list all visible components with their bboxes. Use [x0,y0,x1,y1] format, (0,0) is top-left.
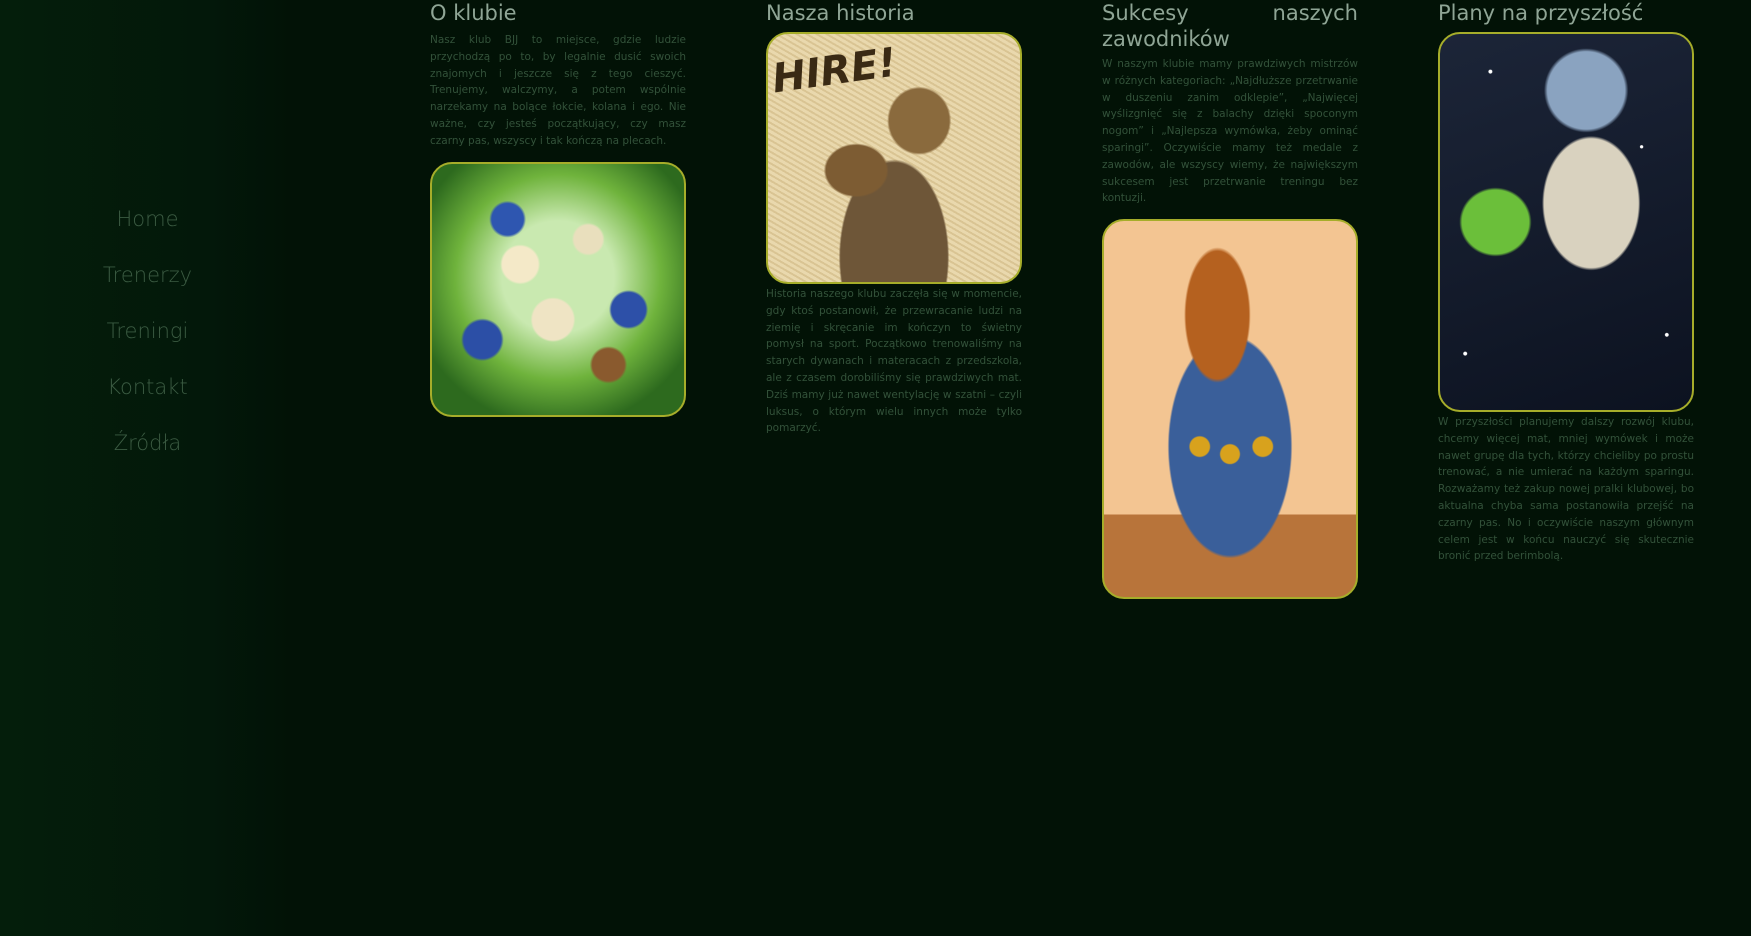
sepia-monkeys-fight-image: HIRE! [766,32,1022,284]
section-title: Plany na przyszłość [1438,1,1644,25]
main-nav: Home Trenerzy Treningi Kontakt Źródła [0,200,295,480]
section-o-klubie: O klubie Nasz klub BJJ to miejsce, gdzie… [430,0,686,417]
astronaut-mandrill-image [1438,32,1694,412]
nav-item-zrodla[interactable]: Źródła [0,424,295,480]
nav-item-trenerzy[interactable]: Trenerzy [0,256,295,312]
section-plany: Plany na przyszłość W przyszłości planuj… [1438,0,1694,565]
monkeys-jiu-jitsu-image [430,161,686,417]
section-text: W naszym klubie mamy prawdziwych mistrzó… [1102,58,1358,205]
sidebar: Home Trenerzy Treningi Kontakt Źródła [0,0,295,936]
section-text: Nasz klub BJJ to miejsce, gdzie ludzie p… [430,34,686,147]
orangutan-medals-cake-image [1102,219,1358,600]
nav-item-treningi[interactable]: Treningi [0,312,295,368]
section-title: O klubie [430,1,517,25]
section-title: Nasza historia [766,1,915,25]
nav-item-home[interactable]: Home [0,200,295,256]
section-text: Historia naszego klubu zaczęła się w mom… [766,288,1022,435]
section-nasza-historia: Nasza historia HIRE! Historia naszego kl… [766,0,1022,437]
section-title: Sukcesy naszych zawodników [1102,1,1358,51]
nav-item-kontakt[interactable]: Kontakt [0,368,295,424]
comic-caption: HIRE! [769,39,900,103]
section-sukcesy: Sukcesy naszych zawodników W naszym klub… [1102,0,1358,600]
section-text: W przyszłości planujemy dalszy rozwój kl… [1438,416,1694,563]
